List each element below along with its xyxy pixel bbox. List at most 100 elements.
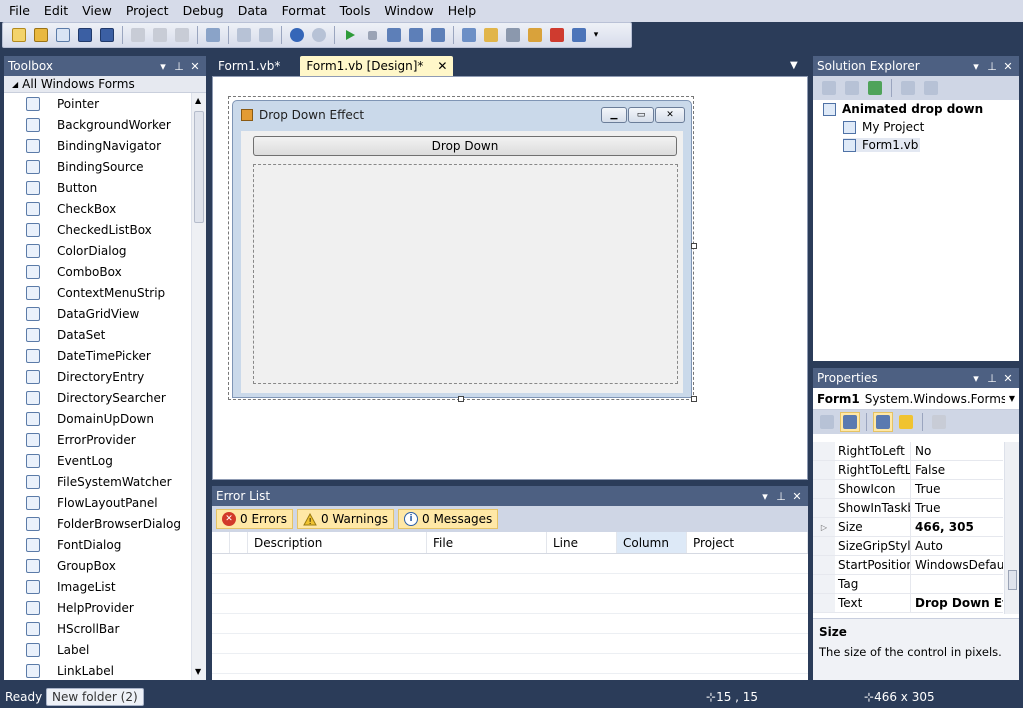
toolbox-item-directorysearcher[interactable]: DirectorySearcher [4,387,190,408]
messages-filter-button[interactable]: i 0 Messages [398,509,499,529]
tree-my-project[interactable]: My Project [843,120,924,134]
toolbox-item-errorprovider[interactable]: ErrorProvider [4,429,190,450]
toolbox-item-datetimepicker[interactable]: DateTimePicker [4,345,190,366]
scroll-up-icon[interactable]: ▲ [195,96,201,105]
property-value[interactable]: True [911,480,1003,498]
property-row[interactable]: RightToLeft No [813,442,1003,461]
toolbox-item-checkedlistbox[interactable]: CheckedListBox [4,219,190,240]
menu-view[interactable]: View [75,0,119,22]
show-all-files-button[interactable] [842,78,862,98]
toolbox-item-filesystemwatcher[interactable]: FileSystemWatcher [4,471,190,492]
property-row[interactable]: ShowInTaskb True [813,499,1003,518]
events-button[interactable] [896,412,916,432]
auto-hide-pin-icon[interactable]: ⊥ [776,490,786,503]
start-debugging-button[interactable] [340,25,360,45]
toolbox-scroll-thumb[interactable] [194,111,204,223]
close-icon[interactable]: ✕ [1003,60,1013,73]
property-grid-scrollbar[interactable] [1004,442,1019,614]
resize-handle-bottom[interactable] [458,396,464,402]
close-icon[interactable]: ✕ [1003,372,1013,385]
menu-file[interactable]: File [2,0,37,22]
window-position-icon[interactable]: ▾ [760,490,770,503]
column-header-index[interactable] [230,532,248,553]
toolbox-scrollbar[interactable]: ▲ ▼ [191,93,206,680]
comment-button[interactable] [234,25,254,45]
close-icon[interactable]: ✕ [655,107,685,123]
toolbox-item-checkbox[interactable]: CheckBox [4,198,190,219]
toolbox-item-pointer[interactable]: Pointer [4,93,190,114]
toolbox-item-helpprovider[interactable]: HelpProvider [4,597,190,618]
close-tab-icon[interactable]: ✕ [437,59,447,73]
property-pages-button[interactable] [929,412,949,432]
active-files-dropdown-icon[interactable]: ▼ [790,60,798,71]
toolbox-item-domainupdown[interactable]: DomainUpDown [4,408,190,429]
column-header-column[interactable]: Column [617,532,687,553]
properties-button[interactable] [819,78,839,98]
save-all-button[interactable] [97,25,117,45]
toolbox-item-contextmenustrip[interactable]: ContextMenuStrip [4,282,190,303]
undo-button[interactable] [287,25,307,45]
property-value[interactable]: 466, 305 [911,518,1003,536]
toolbox-group-header[interactable]: ◢ All Windows Forms [4,76,206,93]
toolbox-item-backgroundworker[interactable]: BackgroundWorker [4,114,190,135]
menu-format[interactable]: Format [275,0,333,22]
new-project-button[interactable] [9,25,29,45]
alphabetical-button[interactable] [840,412,860,432]
property-value[interactable]: Drop Down Effe [911,594,1003,612]
view-designer-button[interactable] [921,78,941,98]
property-row[interactable]: TextDrop Down Effe [813,594,1003,613]
property-value[interactable]: False [911,461,1003,479]
toolbox-item-datagridview[interactable]: DataGridView [4,303,190,324]
categorized-button[interactable] [817,412,837,432]
property-value[interactable]: True [911,499,1003,517]
scroll-down-icon[interactable]: ▼ [195,667,201,676]
toolbox-item-bindingsource[interactable]: BindingSource [4,156,190,177]
tree-project[interactable]: Animated drop down [823,102,983,116]
toolbox-item-flowlayoutpanel[interactable]: FlowLayoutPanel [4,492,190,513]
menu-tools[interactable]: Tools [333,0,378,22]
window-position-icon[interactable]: ▾ [158,60,168,73]
drop-down-panel[interactable] [253,164,678,384]
form-designer-surface[interactable]: Drop Down Effect ▁ ▭ ✕ Drop Down [212,76,808,480]
form-client-area[interactable]: Drop Down [241,131,683,393]
form-selection-frame[interactable]: Drop Down Effect ▁ ▭ ✕ Drop Down [228,96,694,400]
property-row[interactable]: SizeGripStyle Auto [813,537,1003,556]
menu-data[interactable]: Data [231,0,275,22]
column-header-project[interactable]: Project [687,532,808,553]
redo-button[interactable] [309,25,329,45]
chevron-down-icon[interactable]: ▼ [1005,394,1019,403]
open-button[interactable] [31,25,51,45]
property-row[interactable]: ▷ Size 466, 305 [813,518,1003,537]
menu-window[interactable]: Window [377,0,440,22]
minimize-icon[interactable]: ▁ [601,107,627,123]
object-browser-button[interactable] [503,25,523,45]
toolbox-item-hscrollbar[interactable]: HScrollBar [4,618,190,639]
step-into-button[interactable] [384,25,404,45]
step-out-button[interactable] [428,25,448,45]
stop-debugging-button[interactable] [362,25,382,45]
property-value[interactable]: WindowsDefault [911,556,1003,574]
toolbox-button[interactable] [525,25,545,45]
window-position-icon[interactable]: ▾ [971,372,981,385]
column-header-file[interactable]: File [427,532,547,553]
menu-edit[interactable]: Edit [37,0,75,22]
tree-form1[interactable]: Form1.vb [843,138,921,152]
column-header-line[interactable]: Line [547,532,617,553]
toolbox-item-groupbox[interactable]: GroupBox [4,555,190,576]
column-header-icon[interactable] [212,532,230,553]
copy-button[interactable] [150,25,170,45]
tab-form1-design[interactable]: Form1.vb [Design]* ✕ [300,56,454,76]
resize-handle-right[interactable] [691,243,697,249]
add-item-button[interactable] [53,25,73,45]
save-button[interactable] [75,25,95,45]
extension-manager-button[interactable] [569,25,589,45]
toolbox-item-colordialog[interactable]: ColorDialog [4,240,190,261]
toolbox-item-fontdialog[interactable]: FontDialog [4,534,190,555]
menu-project[interactable]: Project [119,0,176,22]
property-row[interactable]: Tag [813,575,1003,594]
paste-button[interactable] [172,25,192,45]
toolbox-item-dataset[interactable]: DataSet [4,324,190,345]
toolbox-item-linklabel[interactable]: LinkLabel [4,660,190,681]
task-button[interactable]: New folder (2) [46,688,144,706]
view-code-button[interactable] [898,78,918,98]
